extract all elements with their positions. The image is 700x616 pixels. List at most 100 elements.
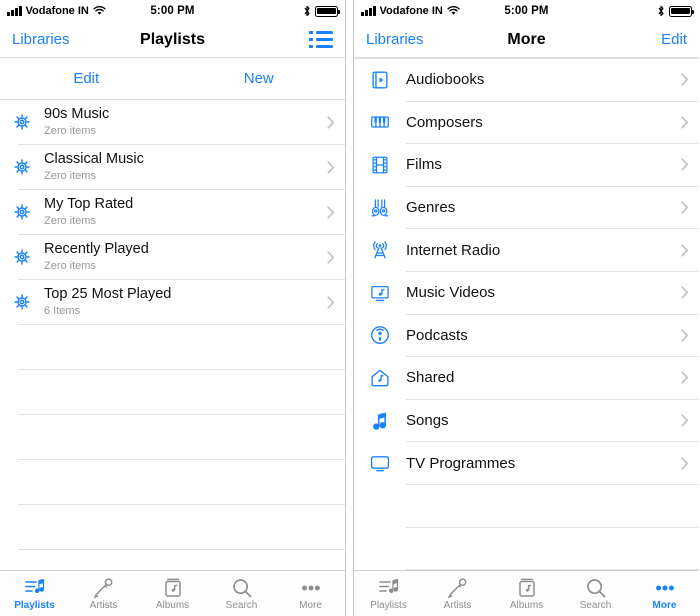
chevron-right-icon xyxy=(327,115,335,129)
libraries-back-button[interactable]: Libraries xyxy=(366,31,424,48)
status-bar-right: Vodafone IN 5:00 PM xyxy=(354,0,699,22)
playlist-row[interactable]: Top 25 Most Played 6 Items xyxy=(0,280,345,324)
tab-label: Albums xyxy=(155,599,190,611)
new-playlist-button[interactable]: New xyxy=(173,70,346,87)
smart-playlist-gear-icon xyxy=(0,156,44,178)
tab-artists[interactable]: Artists xyxy=(423,571,492,616)
films-filmstrip-icon xyxy=(354,154,406,176)
tab-label: Albums xyxy=(509,599,544,611)
more-item-label: Shared xyxy=(406,369,455,387)
playlists-list: 90s Music Zero items Classical Music Zer… xyxy=(0,100,345,570)
tab-more[interactable]: More xyxy=(630,571,699,616)
more-row[interactable]: Audiobooks xyxy=(354,59,699,101)
more-row[interactable]: Shared xyxy=(354,357,699,399)
playlist-text-group: Classical Music Zero items xyxy=(44,151,321,183)
chevron-right-icon xyxy=(681,201,689,214)
empty-list-row xyxy=(0,460,345,504)
playlists-toolbar: Edit New xyxy=(0,58,345,100)
more-screen: Vodafone IN 5:00 PM Libraries More Edit xyxy=(354,0,699,616)
playlist-item-count: 6 Items xyxy=(44,304,81,317)
tab-playlists[interactable]: Playlists xyxy=(354,571,423,616)
smart-playlist-gear-icon xyxy=(0,291,44,313)
list-view-icon[interactable] xyxy=(309,30,333,49)
chevron-right-icon xyxy=(327,250,335,264)
more-text-group: Genres xyxy=(406,199,675,216)
playlist-row[interactable]: My Top Rated Zero items xyxy=(0,190,345,234)
bluetooth-icon xyxy=(303,5,311,17)
edit-button[interactable]: Edit xyxy=(0,70,173,87)
audiobooks-icon xyxy=(354,69,406,91)
tab-label: Playlists xyxy=(370,599,407,611)
more-text-group: Podcasts xyxy=(406,327,675,344)
row-separator xyxy=(18,549,345,550)
more-row[interactable]: Films xyxy=(354,144,699,186)
more-text-group: Music Videos xyxy=(406,284,675,301)
chevron-right-icon xyxy=(681,329,689,342)
tab-search[interactable]: Search xyxy=(561,571,630,616)
chevron-right-icon xyxy=(681,73,689,86)
dual-screenshot-container: Vodafone IN 5:00 PM Libraries Playlists … xyxy=(0,0,700,616)
songs-note-icon xyxy=(354,410,406,432)
chevron-right-icon xyxy=(681,286,689,299)
more-item-label: Songs xyxy=(406,411,449,429)
tab-playlists[interactable]: Playlists xyxy=(0,571,69,616)
tab-albums[interactable]: Albums xyxy=(138,571,207,616)
more-text-group: TV Programmes xyxy=(406,455,675,472)
empty-list-row xyxy=(354,528,699,570)
smart-playlist-gear-icon xyxy=(0,201,44,223)
playlists-screen: Vodafone IN 5:00 PM Libraries Playlists … xyxy=(0,0,346,616)
more-row[interactable]: Composers xyxy=(354,102,699,144)
empty-list-row xyxy=(0,325,345,369)
playlist-item-count: Zero items xyxy=(44,169,96,182)
playlist-text-group: My Top Rated Zero items xyxy=(44,196,321,228)
tab-more[interactable]: More xyxy=(276,571,345,616)
tab-albums[interactable]: Albums xyxy=(492,571,561,616)
empty-list-row xyxy=(0,370,345,414)
playlist-name: Classical Music xyxy=(44,151,144,168)
more-row[interactable]: Genres xyxy=(354,187,699,229)
more-row[interactable]: TV Programmes xyxy=(354,442,699,484)
empty-list-row xyxy=(354,485,699,527)
more-item-label: Composers xyxy=(406,113,483,131)
status-bar-right-group xyxy=(657,5,695,17)
more-row[interactable]: Internet Radio xyxy=(354,229,699,271)
tab-search[interactable]: Search xyxy=(207,571,276,616)
playlist-row[interactable]: Recently Played Zero items xyxy=(0,235,345,279)
libraries-back-button[interactable]: Libraries xyxy=(12,31,70,48)
playlist-name: 90s Music xyxy=(44,106,110,123)
playlists-icon xyxy=(377,577,401,599)
playlist-item-count: Zero items xyxy=(44,214,96,227)
tab-label: Playlists xyxy=(14,599,55,611)
tab-label: More xyxy=(299,599,322,611)
more-row[interactable]: Podcasts xyxy=(354,315,699,357)
chevron-right-icon xyxy=(681,456,689,470)
more-text-group: Films xyxy=(406,156,675,173)
chevron-right-icon xyxy=(681,116,689,129)
more-item-label: Podcasts xyxy=(406,326,468,344)
albums-icon xyxy=(515,577,539,599)
playlist-row[interactable]: Classical Music Zero items xyxy=(0,145,345,189)
more-item-label: Music Videos xyxy=(406,284,495,302)
more-item-label: Genres xyxy=(406,198,456,216)
status-bar-right-group xyxy=(303,5,341,17)
more-text-group: Audiobooks xyxy=(406,71,675,88)
more-item-label: Audiobooks xyxy=(406,71,485,89)
playlist-text-group: Top 25 Most Played 6 Items xyxy=(44,286,321,318)
status-bar-left: Vodafone IN 5:00 PM xyxy=(0,0,345,22)
smart-playlist-gear-icon xyxy=(0,111,44,133)
tab-artists[interactable]: Artists xyxy=(69,571,138,616)
composers-piano-icon xyxy=(354,111,406,133)
clock-label: 5:00 PM xyxy=(504,5,549,17)
edit-button[interactable]: Edit xyxy=(661,31,687,48)
more-row[interactable]: Songs xyxy=(354,400,699,442)
empty-list-row xyxy=(0,505,345,549)
artists-microphone-icon xyxy=(446,577,470,599)
more-row[interactable]: Music Videos xyxy=(354,272,699,314)
more-text-group: Internet Radio xyxy=(406,242,675,259)
playlist-name: Recently Played xyxy=(44,241,149,258)
more-item-label: TV Programmes xyxy=(406,454,516,472)
playlist-item-count: Zero items xyxy=(44,259,96,272)
chevron-right-icon xyxy=(681,414,689,427)
tab-label: Artists xyxy=(443,599,472,611)
playlist-row[interactable]: 90s Music Zero items xyxy=(0,100,345,144)
